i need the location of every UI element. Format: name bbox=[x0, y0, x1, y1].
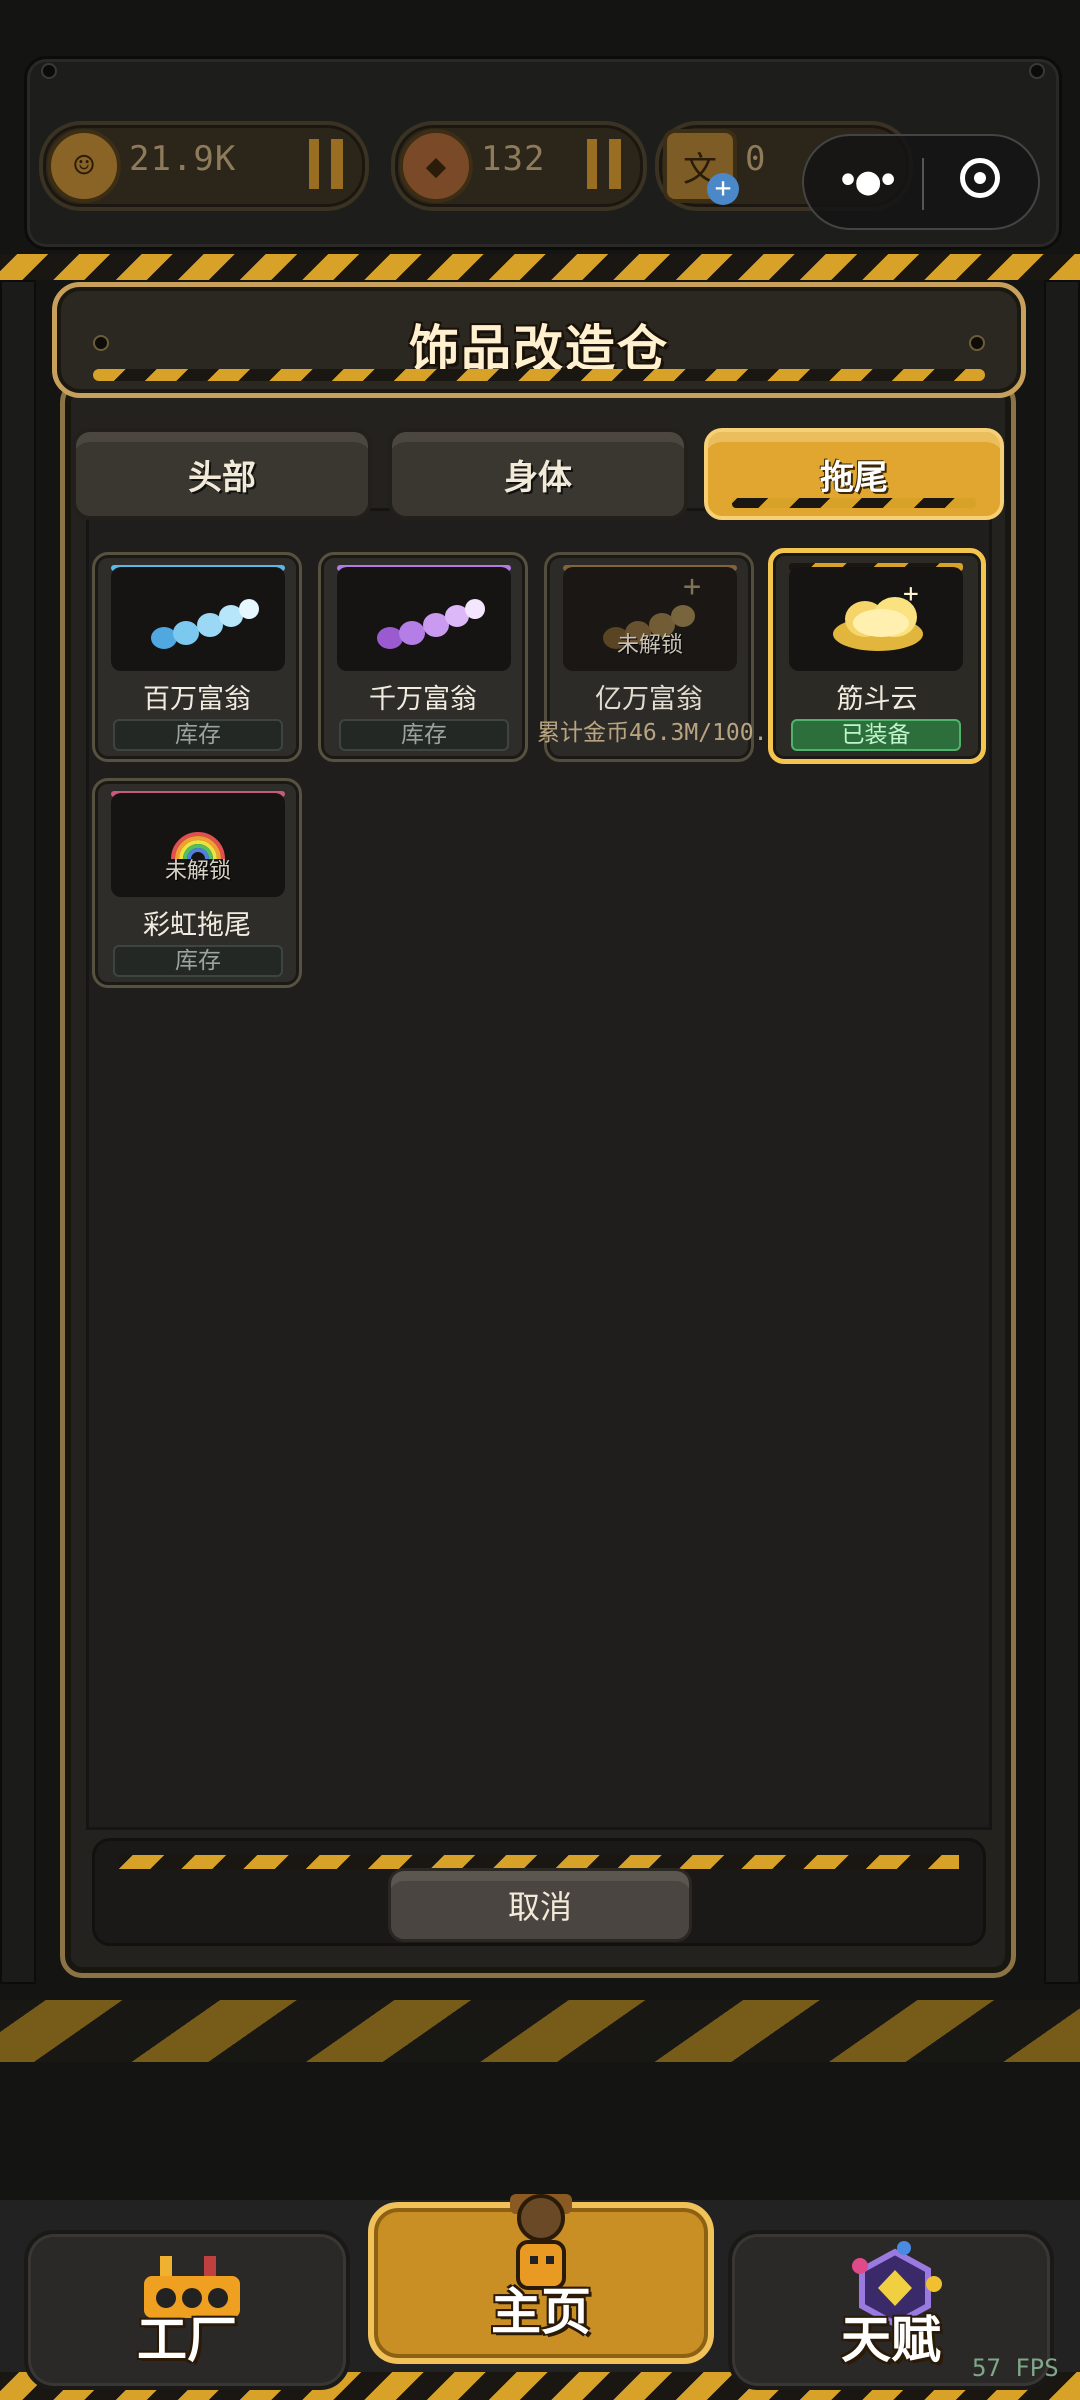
locked-label: 未解锁 bbox=[164, 859, 231, 884]
nav-label: 工厂 bbox=[137, 2311, 237, 2369]
item-status: 库存 bbox=[339, 719, 509, 751]
tab-head[interactable]: 头部 bbox=[72, 428, 372, 520]
close-target-icon[interactable] bbox=[960, 158, 1000, 198]
more-dots-icon[interactable]: •●• bbox=[836, 158, 900, 204]
item-name: 亿万富翁 bbox=[595, 684, 703, 715]
tab-hazard-stripe bbox=[732, 498, 976, 508]
capsule-divider bbox=[922, 158, 924, 210]
item-status: 已装备 bbox=[791, 719, 961, 751]
fps-counter: 57 FPS bbox=[972, 2354, 1059, 2382]
item-card-millionaire[interactable]: 百万富翁 库存 bbox=[92, 552, 302, 762]
hazard-stripe-top bbox=[0, 254, 1080, 280]
right-frame bbox=[1044, 280, 1080, 1984]
item-card-multimillionaire[interactable]: 千万富翁 库存 bbox=[318, 552, 528, 762]
sparkle-icon: + bbox=[903, 579, 919, 609]
item-name: 百万富翁 bbox=[143, 684, 251, 715]
cancel-button[interactable]: 取消 bbox=[388, 1868, 692, 1942]
nav-factory[interactable]: 工厂 bbox=[24, 2230, 350, 2390]
nav-label: 主页 bbox=[491, 2283, 591, 2341]
rivet bbox=[1029, 63, 1045, 79]
item-card-billionaire[interactable]: + 未解锁 亿万富翁 累计金币46.3M/100.0M解锁 bbox=[537, 552, 787, 762]
coin-value: 21.9K bbox=[129, 139, 237, 179]
item-name: 彩虹拖尾 bbox=[143, 910, 251, 941]
panel-title-bar: 饰品改造仓 bbox=[52, 282, 1026, 398]
cancel-hazard-stripe bbox=[119, 1855, 959, 1869]
tab-body[interactable]: 身体 bbox=[388, 428, 688, 520]
trail-preview-icon bbox=[111, 567, 285, 671]
tab-label: 拖尾 bbox=[820, 457, 888, 498]
item-name: 千万富翁 bbox=[369, 684, 477, 715]
left-frame bbox=[0, 280, 36, 1984]
item-card-somersault-cloud[interactable]: + 筋斗云 已装备 bbox=[768, 548, 986, 764]
unlock-progress: 累计金币46.3M/100.0M解锁 bbox=[537, 720, 787, 746]
hazard-stripe-bottom bbox=[0, 2000, 1080, 2062]
gem-counter[interactable]: ◆ 132 bbox=[391, 121, 647, 211]
coin-counter[interactable]: ☺ 21.9K bbox=[39, 121, 369, 211]
trail-preview-icon bbox=[337, 567, 511, 671]
tab-label: 头部 bbox=[188, 457, 256, 498]
sparkle-icon: + bbox=[683, 569, 702, 604]
cloud-trail-icon: + bbox=[789, 567, 963, 671]
add-plus-icon[interactable]: + bbox=[707, 173, 739, 205]
pause-bars-icon bbox=[309, 139, 343, 189]
rivet bbox=[41, 63, 57, 79]
item-status: 库存 bbox=[113, 719, 283, 751]
nav-home[interactable]: 主页 bbox=[368, 2194, 714, 2364]
miniprogram-capsule: •●• bbox=[802, 134, 1040, 230]
locked-label: 未解锁 bbox=[616, 633, 683, 658]
item-status: 库存 bbox=[113, 945, 283, 977]
pause-bars-icon bbox=[587, 139, 621, 189]
trail-preview-icon: + 未解锁 bbox=[563, 567, 737, 671]
item-card-rainbow-trail[interactable]: 未解锁 彩虹拖尾 库存 bbox=[92, 778, 302, 988]
coin-person-icon: ☺ bbox=[47, 129, 121, 203]
tab-label: 身体 bbox=[504, 457, 572, 498]
tab-trail[interactable]: 拖尾 bbox=[704, 428, 1004, 520]
gem-value: 132 bbox=[481, 139, 546, 179]
crystal-icon: ◆ bbox=[399, 129, 473, 203]
title-hazard-stripe bbox=[93, 369, 985, 381]
item-name: 筋斗云 bbox=[836, 684, 918, 715]
scroll-value: 0 bbox=[745, 139, 767, 179]
rainbow-icon: 未解锁 bbox=[111, 793, 285, 897]
cancel-label: 取消 bbox=[507, 1888, 572, 1926]
